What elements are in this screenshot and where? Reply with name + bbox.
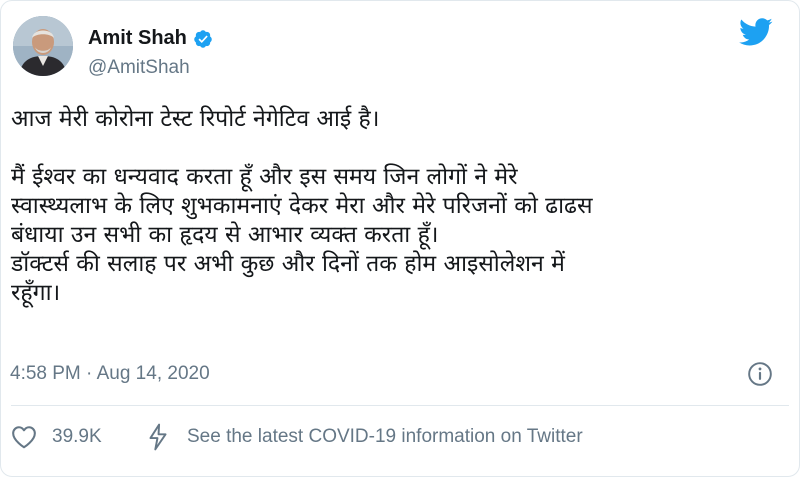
heart-icon[interactable] — [11, 425, 37, 449]
tweet-line: डॉक्टर्स की सलाह पर अभी कुछ और दिनों तक … — [11, 251, 565, 277]
info-icon[interactable] — [747, 361, 773, 387]
avatar-photo — [13, 16, 73, 76]
tweet-line: बंधाया उन सभी का हृदय से आभार व्यक्त करत… — [11, 222, 439, 248]
verified-badge-icon — [194, 29, 212, 48]
twitter-bird-icon[interactable] — [739, 17, 773, 47]
covid-info-link[interactable]: See the latest COVID-19 information on T… — [187, 426, 583, 448]
tweet-card: Amit Shah @AmitShah आज मेरी कोरोना टेस्ट… — [0, 0, 800, 477]
tweet-text: आज मेरी कोरोना टेस्ट रिपोर्ट नेगेटिव आई … — [11, 105, 791, 308]
author-name[interactable]: Amit Shah — [88, 27, 213, 50]
like-count[interactable]: 39.9K — [52, 426, 102, 448]
tweet-line: मैं ईश्वर का धन्यवाद करता हूँ और इस समय … — [11, 164, 518, 190]
author-name-text: Amit Shah — [88, 27, 187, 49]
author-handle[interactable]: @AmitShah — [88, 57, 190, 79]
tweet-line: स्वास्थ्यलाभ के लिए शुभकामनाएं देकर मेरा… — [11, 193, 593, 219]
tweet-line: रहूँगा। — [11, 280, 61, 306]
tweet-timestamp[interactable]: 4:58 PM · Aug 14, 2020 — [10, 363, 210, 385]
divider — [11, 405, 789, 406]
avatar[interactable] — [13, 16, 73, 76]
lightning-bolt-icon[interactable] — [147, 423, 169, 451]
tweet-line: आज मेरी कोरोना टेस्ट रिपोर्ट नेगेटिव आई … — [11, 106, 380, 132]
